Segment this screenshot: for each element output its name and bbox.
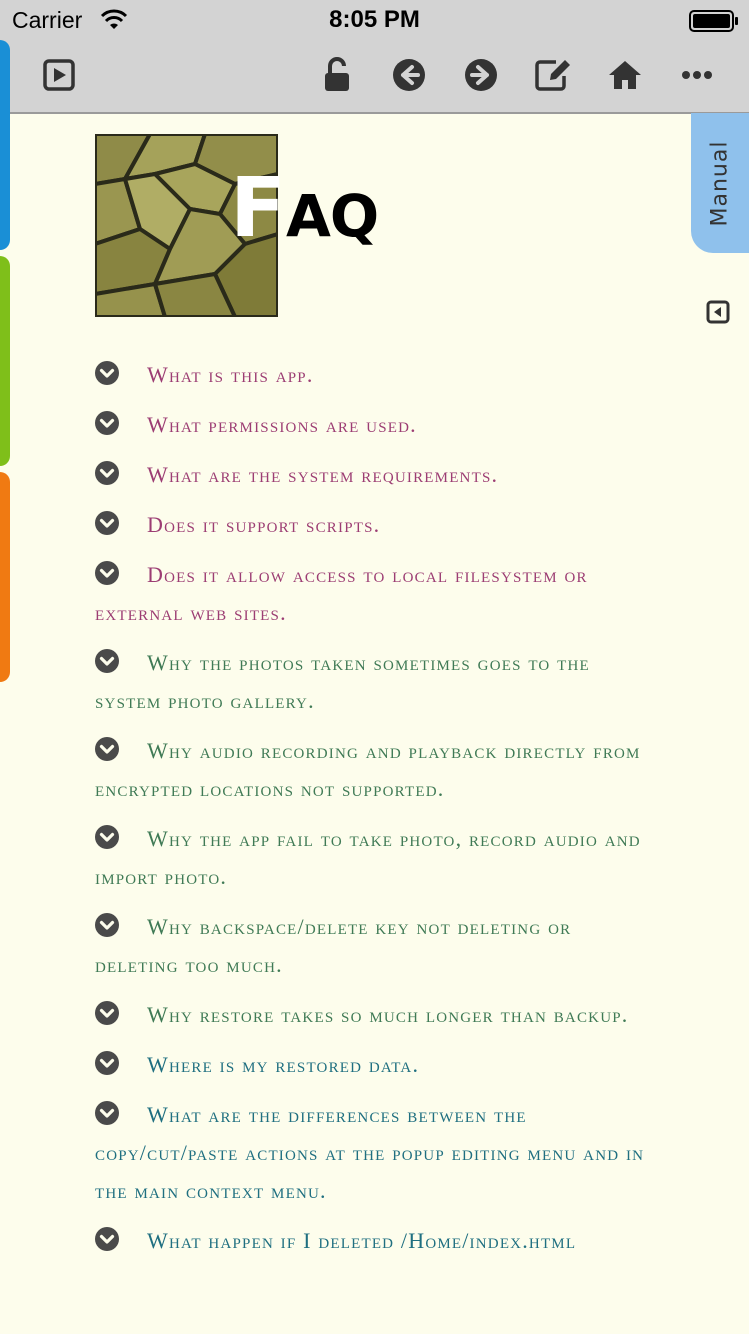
faq-question: Why the photos taken sometimes goes to t… [95,650,590,713]
faq-item[interactable]: What are the differences between the cop… [95,1096,655,1210]
faq-question: What is this app. [147,362,314,387]
chevron-down-icon [95,735,119,761]
faq-question: What permissions are used. [147,412,417,437]
faq-item[interactable]: What are the system requirements. [95,456,655,494]
back-arrow-icon[interactable] [388,54,430,96]
chevron-down-icon [95,359,119,385]
faq-question: What are the system requirements. [147,462,499,487]
play-square-icon[interactable] [38,54,80,96]
faq-question: Why the app fail to take photo, record a… [95,826,641,889]
faq-item[interactable]: Why backspace/delete key not deleting or… [95,908,655,984]
faq-item[interactable]: Why the app fail to take photo, record a… [95,820,655,896]
chevron-down-icon [95,509,119,535]
battery-icon [689,10,739,37]
chevron-down-icon [95,911,119,937]
manual-tab[interactable]: Manual [691,113,749,253]
faq-item[interactable]: Does it allow access to local filesystem… [95,556,655,632]
chevron-down-icon [95,1049,119,1075]
unlock-icon[interactable] [316,54,358,96]
side-tab-blue[interactable] [0,40,10,250]
faq-item[interactable]: What is this app. [95,356,655,394]
side-tab-green[interactable] [0,256,10,466]
faq-question: Does it support scripts. [147,512,381,537]
faq-question: What happen if I deleted /Home/index.htm… [147,1228,577,1253]
chevron-down-icon [95,823,119,849]
chevron-down-icon [95,999,119,1025]
faq-item[interactable]: Does it support scripts. [95,506,655,544]
faq-item[interactable]: Why restore takes so much longer than ba… [95,996,655,1034]
faq-question: Where is my restored data. [147,1052,420,1077]
chevron-down-icon [95,647,119,673]
faq-item[interactable]: Where is my restored data. [95,1046,655,1084]
faq-question: Does it allow access to local filesystem… [95,562,588,625]
faq-item[interactable]: Why the photos taken sometimes goes to t… [95,644,655,720]
faq-question: What are the differences between the cop… [95,1102,645,1203]
faq-item[interactable]: What happen if I deleted /Home/index.htm… [95,1222,655,1260]
faq-item[interactable]: Why audio recording and playback directl… [95,732,655,808]
title-rest: AQ [286,182,379,250]
faq-question: Why restore takes so much longer than ba… [147,1002,629,1027]
side-tab-orange[interactable] [0,472,10,682]
more-icon[interactable] [676,54,718,96]
status-bar: Carrier 8:05 PM [0,0,749,40]
faq-list: What is this app. What permissions are us… [95,356,655,1272]
chevron-down-icon [95,409,119,435]
faq-question: Why backspace/delete key not deleting or… [95,914,572,977]
chevron-down-icon [95,459,119,485]
collapse-panel-icon[interactable] [706,300,730,324]
chevron-down-icon [95,559,119,585]
clock: 8:05 PM [329,6,420,33]
page-title: FAQ [230,168,379,250]
edit-icon[interactable] [532,54,574,96]
faq-question: Why audio recording and playback directl… [95,738,641,801]
title-first-letter: F [230,161,287,256]
toolbar [0,40,749,114]
chevron-down-icon [95,1225,119,1251]
chevron-down-icon [95,1099,119,1125]
home-icon[interactable] [604,54,646,96]
manual-tab-label: Manual [707,140,733,226]
forward-arrow-icon[interactable] [460,54,502,96]
faq-item[interactable]: What permissions are used. [95,406,655,444]
